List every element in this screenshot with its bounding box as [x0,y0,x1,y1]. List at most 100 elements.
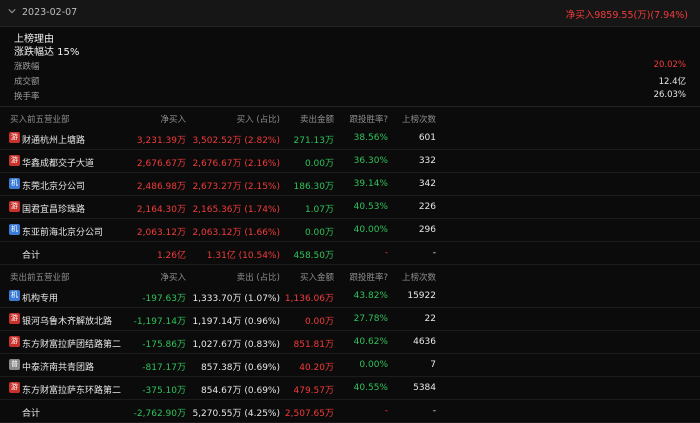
column-header: 买入 (占比) [236,115,280,125]
win-rate-value: 43.82% [353,291,388,301]
win-rate-value: 27.78% [353,314,388,324]
column-header: 跟投胜率? [349,115,388,125]
net-buy-value: 2,676.67万 [136,159,186,169]
other-amount-value: 0.00万 [304,159,334,169]
win-rate-value: 40.00% [353,225,388,235]
win-rate-value: 0.00% [359,360,388,370]
buy-table-row[interactable]: 游华鑫成都交子大道 2,676.67万 2,676.67万 (2.16%) 0.00万… [0,150,700,173]
buy-table-header: 买入前五营业部 净买入 买入 (占比) 卖出金额 跟投胜率? 上榜次数 [0,110,700,126]
amount-value: 3,502.52万 (2.82%) [192,136,280,146]
listing-count-value: 15922 [407,291,436,301]
total-other-value: 458.50万 [293,251,335,261]
amount-value: 854.67万 (0.69%) [201,386,280,396]
other-amount-value: 851.81万 [293,340,335,350]
buy-table-total-row: 合计 1.26亿 1.31亿 (10.54%) 458.50万 - - [0,242,700,265]
amount-value: 1,197.14万 (0.96%) [192,317,280,327]
listing-count-value: 332 [418,156,436,166]
listing-count-value: 296 [418,225,436,235]
total-label: 合计 [22,251,41,261]
total-count-value: - [432,406,436,416]
amount-value: 1,027.67万 (0.83%) [192,340,280,350]
sell-table-row[interactable]: 普中泰济南共青团路 -817.17万 857.38万 (0.69%) 40.20万 0.… [0,354,700,377]
listing-count-value: 7 [430,360,436,370]
net-buy-value: 2,164.30万 [136,205,186,215]
buy-table-row[interactable]: 游国君宜昌珍珠路 2,164.30万 2,165.36万 (1.74%) 1.07万 4… [0,196,700,219]
total-net-value: 1.26亿 [156,251,186,261]
sell-table-row[interactable]: 游东方财富拉萨东环路第二 -375.10万 854.67万 (0.69%) 479.5… [0,377,700,400]
listing-count-value: 226 [418,202,436,212]
net-buy-value: -375.10万 [142,386,186,396]
sell-table-row[interactable]: 游银河乌鲁木齐解放北路 -1,197.14万 1,197.14万 (0.96%) 0.… [0,308,700,331]
net-buy-value: -197.63万 [142,294,186,304]
column-header: 上榜次数 [401,273,436,283]
buy-table-row[interactable]: 机东莞北京分公司 2,486.98万 2,673.27万 (2.15%) 186.30… [0,173,700,196]
other-amount-value: 40.20万 [299,363,334,373]
column-header: 买入前五营业部 [10,115,70,125]
net-buy-value: 2,486.98万 [136,182,186,192]
amount-value: 1,333.70万 (1.07%) [192,294,280,304]
column-header: 买入金额 [299,273,334,283]
total-other-value: 2,507.65万 [284,409,334,419]
amount-value: 2,165.36万 (1.74%) [192,205,280,215]
total-win-value: - [384,406,388,416]
buy-table-row[interactable]: 机东亚前海北京分公司 2,063.12万 2,063.12万 (1.66%) 0.00… [0,219,700,242]
other-amount-value: 0.00万 [304,228,334,238]
column-header: 跟投胜率? [349,273,388,283]
listing-count-value: 5384 [413,383,436,393]
stat-value: 12.4亿 [658,77,686,87]
other-amount-value: 271.13万 [293,136,335,146]
stat-change: 涨跌幅 20.02% [0,58,700,73]
net-buy-value: 3,231.39万 [136,136,186,146]
broker-type-badge: 普 [9,359,20,370]
total-net-value: -2,762.90万 [133,409,186,419]
win-rate-value: 38.56% [353,133,388,143]
broker-type-badge: 游 [9,132,20,143]
win-rate-value: 36.30% [353,156,388,166]
amount-value: 2,673.27万 (2.15%) [192,182,280,192]
other-amount-value: 1,136.06万 [284,294,334,304]
other-amount-value: 186.30万 [293,182,335,192]
amount-value: 857.38万 (0.69%) [201,363,280,373]
listing-reason-text: 涨跌幅达 15% [14,47,80,58]
stat-label: 成交额 [14,77,40,87]
broker-type-badge: 机 [9,178,20,189]
listing-count-value: 4636 [413,337,436,347]
total-amount-value: 1.31亿 (10.54%) [206,251,280,261]
win-rate-value: 39.14% [353,179,388,189]
broker-name: 银河乌鲁木齐解放北路 [22,317,113,327]
broker-name: 机构专用 [22,294,59,304]
chevron-down-icon[interactable] [8,7,16,15]
stat-label: 涨跌幅 [14,62,40,72]
broker-name: 国君宜昌珍珠路 [22,205,86,215]
stat-turnover-amount: 成交额 12.4亿 [0,73,700,88]
total-count-value: - [432,248,436,258]
listing-count-value: 342 [418,179,436,189]
net-buy-summary: 净买入9859.55(万)(7.94%) [565,10,688,21]
column-header: 净买入 [160,115,186,125]
other-amount-value: 1.07万 [304,205,334,215]
total-win-value: - [384,248,388,258]
sell-table-row[interactable]: 机机构专用 -197.63万 1,333.70万 (1.07%) 1,136.06万 4… [0,285,700,308]
stat-turnover-rate: 换手率 26.03% [0,88,700,103]
broker-name: 东方财富拉萨东环路第二 [22,386,122,396]
amount-value: 2,063.12万 (1.66%) [192,228,280,238]
net-buy-value: -817.17万 [142,363,186,373]
total-label: 合计 [22,409,41,419]
win-rate-value: 40.55% [353,383,388,393]
list-date: 2023-02-07 [22,7,78,18]
broker-type-badge: 游 [9,155,20,166]
sell-table-row[interactable]: 游东方财富拉萨团结路第二 -175.86万 1,027.67万 (0.83%) 851… [0,331,700,354]
total-amount-value: 5,270.55万 (4.25%) [192,409,280,419]
broker-type-badge: 机 [9,224,20,235]
broker-type-badge: 机 [9,290,20,301]
broker-name: 东莞北京分公司 [22,182,86,192]
divider [0,106,700,107]
listing-count-value: 22 [424,314,436,324]
net-buy-value: -175.86万 [142,340,186,350]
net-buy-value: 2,063.12万 [136,228,186,238]
win-rate-value: 40.62% [353,337,388,347]
buy-table-row[interactable]: 游财通杭州上塘路 3,231.39万 3,502.52万 (2.82%) 271.13… [0,127,700,150]
date-header-bar[interactable]: 2023-02-07 净买入9859.55(万)(7.94%) [0,0,700,27]
other-amount-value: 0.00万 [304,317,334,327]
other-amount-value: 479.57万 [293,386,335,396]
